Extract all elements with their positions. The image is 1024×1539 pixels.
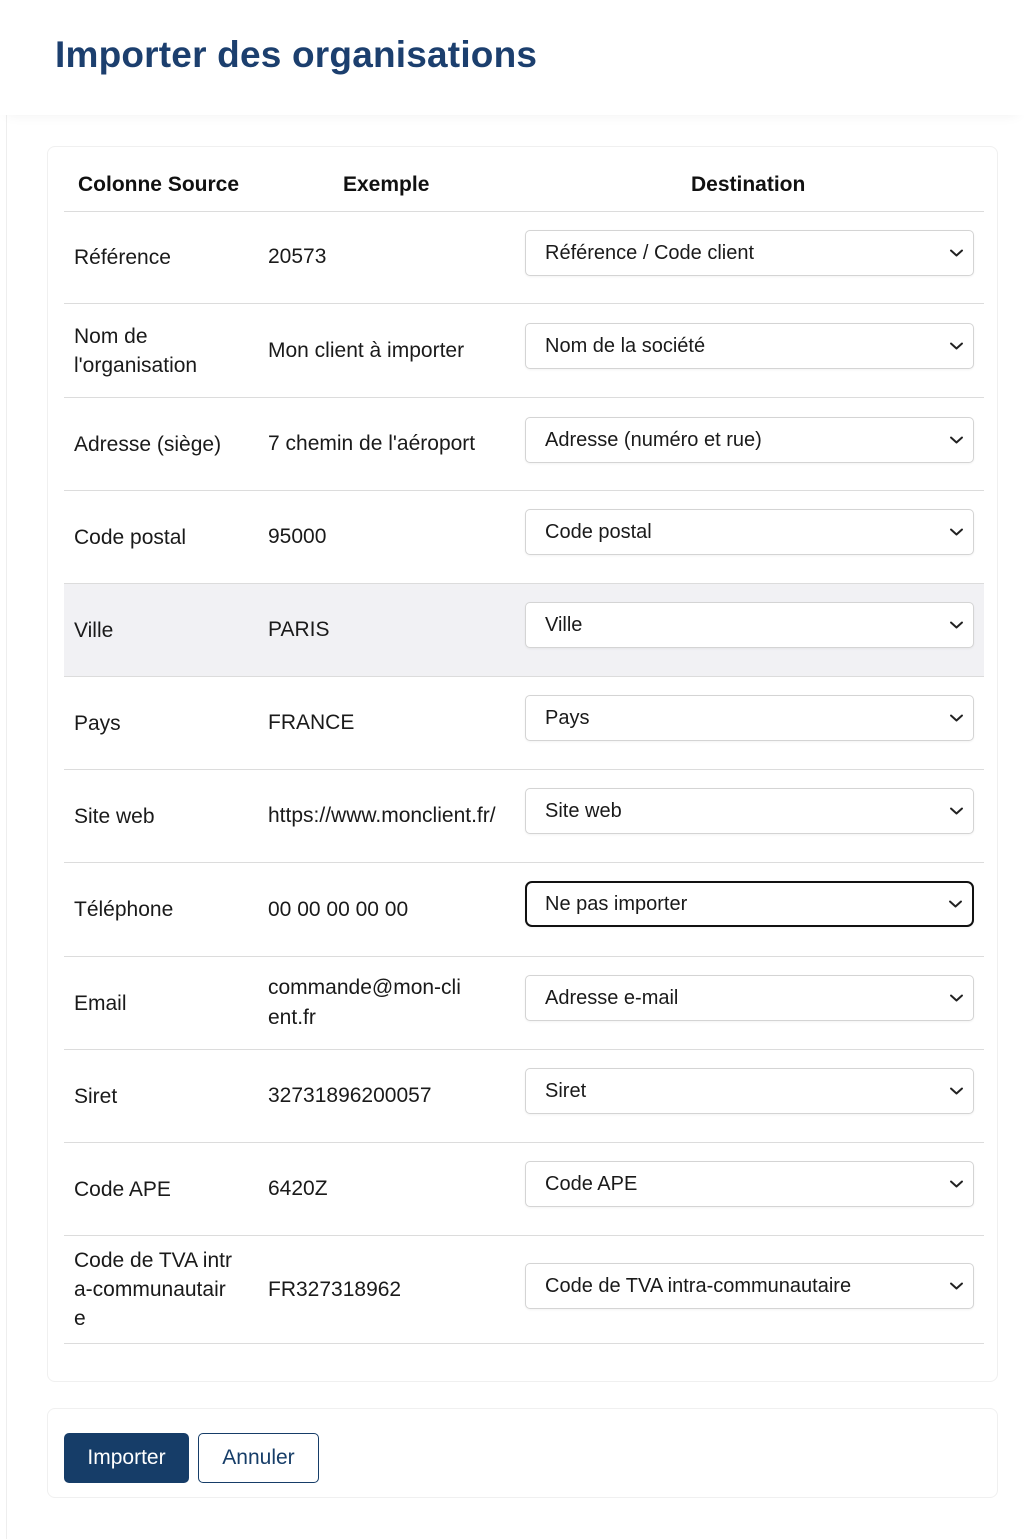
source-column-name: Code de TVA intra-communautaire [74,1236,254,1343]
chevron-down-icon [950,1087,963,1095]
example-value: 95000 [268,525,327,548]
source-column-name: Adresse (siège) [74,432,222,456]
destination-select-value: Code APE [545,1172,638,1195]
source-column-name-text: Code de TVA intra-communautaire [74,1249,232,1330]
mapping-row: Code postal 95000 Code postal [64,491,984,584]
example-value: PARIS [268,618,330,641]
source-column-name: Code APE [74,1177,171,1201]
destination-select[interactable]: Code postal [525,509,974,555]
example-value: 00 00 00 00 00 [268,897,409,921]
column-header-example: Exemple [343,173,430,196]
destination-select-value: Adresse e-mail [545,986,679,1009]
page-title: Importer des organisations [55,34,538,75]
destination-select[interactable]: Siret [525,1068,974,1114]
destination-select[interactable]: Pays [525,695,974,741]
example-value: FR327318962 [268,1277,402,1301]
chevron-down-icon [950,807,963,815]
destination-select-value: Code postal [545,520,652,543]
destination-select[interactable]: Code APE [525,1161,974,1207]
destination-select[interactable]: Référence / Code client [525,230,974,276]
mapping-row: Email commande@mon-client.fr Adresse e-m… [64,957,984,1050]
source-column-name: Nom de l'organisation [74,324,198,377]
chevron-down-icon [949,900,962,908]
mapping-row: Ville PARIS Ville [64,584,984,677]
mapping-row: Code de TVA intra-communautaire FR327318… [64,1236,984,1344]
source-column-name: Site web [74,804,155,828]
mapping-table-header: Colonne Source Exemple Destination [64,147,984,212]
source-column-name: Ville [74,618,114,642]
destination-select-value: Ville [545,613,583,636]
import-button[interactable]: Importer [64,1433,189,1483]
chevron-down-icon [950,342,963,350]
column-header-destination: Destination [691,173,806,196]
example-value: commande@mon-client.fr [268,957,518,1049]
source-column-name: Référence [74,245,171,269]
example-value: Mon client à importer [268,338,465,362]
destination-select[interactable]: Adresse (numéro et rue) [525,417,974,463]
mapping-row: Siret 32731896200057 Siret [64,1050,984,1143]
destination-select[interactable]: Site web [525,788,974,834]
chevron-down-icon [950,994,963,1002]
destination-select-value: Adresse (numéro et rue) [545,428,762,451]
destination-select-value: Référence / Code client [545,241,755,264]
destination-select-value: Code de TVA intra-communautaire [545,1274,852,1297]
page-edge-divider [6,0,7,1539]
chevron-down-icon [950,436,963,444]
mapping-row: Site web https://www.monclient.fr/ Site … [64,770,984,863]
destination-select-value: Pays [545,706,590,729]
destination-select-value: Siret [545,1079,587,1102]
destination-select[interactable]: Ne pas importer [525,881,974,927]
source-column-name: Email [74,991,127,1015]
chevron-down-icon [950,528,963,536]
destination-select[interactable]: Adresse e-mail [525,975,974,1021]
chevron-down-icon [950,249,963,257]
chevron-down-icon [950,1180,963,1188]
form-actions: Importer Annuler [47,1408,998,1498]
column-header-source: Colonne Source [78,173,240,196]
chevron-down-icon [950,1282,963,1290]
mapping-row: Nom de l'organisation Mon client à impor… [64,304,984,398]
source-column-name: Pays [74,711,121,735]
chevron-down-icon [950,621,963,629]
destination-select-value: Ne pas importer [545,892,688,915]
example-value-text: commande@mon-client.fr [268,976,461,1029]
mapping-row: Référence 20573 Référence / Code client [64,211,984,304]
example-value: 6420Z [268,1177,328,1200]
mapping-row: Pays FRANCE Pays [64,677,984,770]
example-value: 20573 [268,245,327,268]
destination-select[interactable]: Code de TVA intra-communautaire [525,1263,974,1309]
mapping-row: Code APE 6420Z Code APE [64,1143,984,1236]
example-value: 7 chemin de l'aéroport [268,432,476,455]
destination-select-value: Nom de la société [545,334,706,357]
destination-select-value: Site web [545,799,622,822]
mapping-row: Adresse (siège) 7 chemin de l'aéroport A… [64,398,984,491]
mapping-row: Téléphone 00 00 00 00 00 Ne pas importer [64,863,984,957]
cancel-button[interactable]: Annuler [198,1433,319,1483]
column-mapping-card: Colonne Source Exemple Destination Référ… [47,146,998,1382]
source-column-name: Siret [74,1084,118,1108]
source-column-name: Téléphone [74,898,174,921]
source-column-name: Code postal [74,525,187,549]
example-value: FRANCE [268,711,355,734]
example-value: 32731896200057 [268,1084,432,1107]
destination-select[interactable]: Ville [525,602,974,648]
destination-select[interactable]: Nom de la société [525,323,974,369]
chevron-down-icon [950,714,963,722]
example-value: https://www.monclient.fr/ [268,804,496,827]
page-header: Importer des organisations [0,0,1024,115]
